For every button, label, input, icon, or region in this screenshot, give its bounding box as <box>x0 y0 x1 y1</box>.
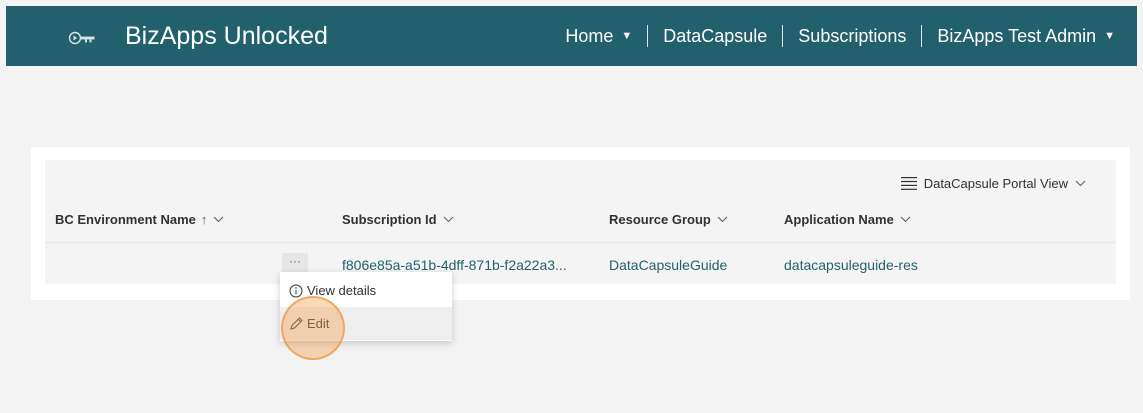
column-header-application-name[interactable]: Application Name <box>784 212 911 227</box>
nav-divider <box>782 25 784 47</box>
nav-datacapsule[interactable]: DataCapsule <box>663 26 767 47</box>
column-header-label: Application Name <box>784 212 894 227</box>
pencil-icon <box>288 316 304 332</box>
list-view-icon <box>900 177 917 190</box>
nav-divider <box>647 25 649 47</box>
nav-datacapsule-label: DataCapsule <box>663 25 768 46</box>
view-selector[interactable]: DataCapsule Portal View <box>900 176 1086 191</box>
nav-user-menu[interactable]: BizApps Test Admin ▼ <box>937 26 1115 47</box>
column-header-subscription-id[interactable]: Subscription Id <box>342 212 454 227</box>
column-header-label: BC Environment Name <box>55 212 196 227</box>
menu-item-view-details[interactable]: View details <box>280 274 452 307</box>
chevron-down-icon <box>213 216 224 223</box>
info-icon <box>288 283 304 299</box>
column-header-label: Subscription Id <box>342 212 437 227</box>
row-more-actions-button[interactable]: ··· <box>282 253 308 273</box>
cell-resource-group[interactable]: DataCapsuleGuide <box>609 257 727 273</box>
nav-subscriptions[interactable]: Subscriptions <box>798 26 906 47</box>
nav-subscriptions-label: Subscriptions <box>798 25 907 46</box>
chevron-down-icon <box>900 216 911 223</box>
nav-home-label: Home <box>565 25 614 46</box>
top-navigation-bar: BizApps Unlocked Home ▼ DataCapsule Subs… <box>6 6 1137 66</box>
sort-ascending-icon: ↑ <box>200 212 208 227</box>
menu-item-edit[interactable]: Edit <box>280 307 452 340</box>
menu-item-label: Edit <box>307 316 330 331</box>
nav-user-label: BizApps Test Admin <box>937 25 1097 46</box>
chevron-down-icon <box>1075 180 1086 187</box>
logo-key-icon[interactable] <box>68 28 98 48</box>
cell-application-name[interactable]: datacapsuleguide-res <box>784 257 918 273</box>
cell-subscription-id[interactable]: f806e85a-a51b-4dff-871b-f2a22a3... <box>342 257 567 273</box>
column-header-resource-group[interactable]: Resource Group <box>609 212 728 227</box>
subscriptions-grid: DataCapsule Portal View BC Environment N… <box>45 160 1116 284</box>
header-divider <box>45 242 1116 243</box>
row-context-menu: View details Edit <box>280 272 452 341</box>
column-header-label: Resource Group <box>609 212 711 227</box>
view-selector-label: DataCapsule Portal View <box>923 176 1068 191</box>
brand-title[interactable]: BizApps Unlocked <box>125 20 328 52</box>
menu-item-label: View details <box>307 283 377 298</box>
nav-home[interactable]: Home ▼ <box>565 26 632 47</box>
column-header-bc-environment-name[interactable]: BC Environment Name ↑ <box>55 212 224 227</box>
chevron-down-icon: ▼ <box>1104 30 1115 42</box>
chevron-down-icon <box>443 216 454 223</box>
main-nav: Home ▼ DataCapsule Subscriptions BizApps… <box>565 6 1115 66</box>
chevron-down-icon: ▼ <box>621 30 633 42</box>
chevron-down-icon <box>717 216 728 223</box>
nav-divider <box>921 25 923 47</box>
